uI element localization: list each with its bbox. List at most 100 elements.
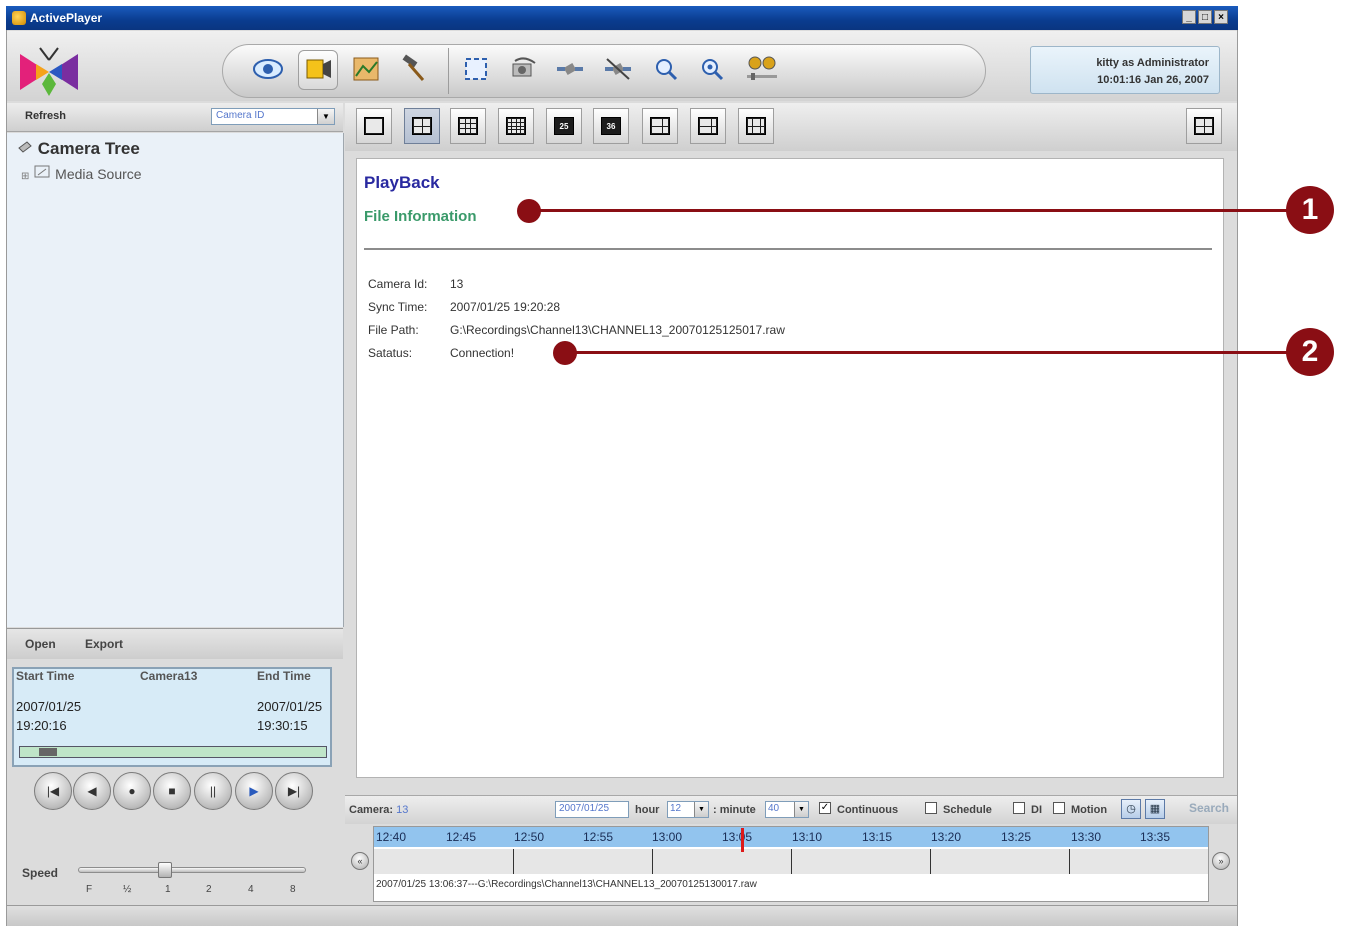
info-key: Sync Time:	[368, 300, 428, 314]
zoom-out-button[interactable]	[692, 50, 732, 90]
end-date: 2007/01/25	[257, 699, 323, 714]
stop-button[interactable]: ■	[153, 772, 191, 810]
clip-seekbar[interactable]	[19, 746, 327, 758]
minimize-button[interactable]: _	[1182, 10, 1196, 24]
eye-icon	[252, 58, 284, 83]
close-button[interactable]: ×	[1214, 10, 1228, 24]
fullscreen-button[interactable]	[456, 50, 496, 90]
layout-36-icon: 36	[601, 117, 621, 135]
app-icon	[12, 11, 26, 25]
media-source-icon	[34, 165, 50, 178]
live-view-button[interactable]	[248, 50, 288, 90]
tree-root[interactable]: Camera Tree	[17, 138, 140, 159]
chevron-down-icon[interactable]: ▼	[794, 802, 808, 817]
clock-icon[interactable]: ◷	[1121, 799, 1141, 819]
pause-icon: ||	[209, 784, 217, 798]
motion-checkbox[interactable]	[1053, 802, 1065, 814]
layout-13-button[interactable]	[738, 108, 774, 144]
speed-tick: 2	[206, 884, 212, 895]
satellite-off-button[interactable]	[598, 50, 638, 90]
tree-item-media-source[interactable]: ⊞ Media Source	[21, 163, 142, 182]
pause-button[interactable]: ||	[194, 772, 232, 810]
skip-end-button[interactable]: ▶|	[275, 772, 313, 810]
callout-1-badge: 1	[1286, 186, 1334, 234]
rotate-camera-button[interactable]	[504, 50, 544, 90]
layout-16-icon	[506, 117, 526, 135]
layout-custom-button[interactable]	[1186, 108, 1222, 144]
layout-6-button[interactable]	[642, 108, 678, 144]
hour-select[interactable]: 12 ▼	[667, 801, 709, 818]
layout-8-button[interactable]	[690, 108, 726, 144]
zoom-in-button[interactable]	[646, 50, 686, 90]
speed-slider-track[interactable]	[78, 867, 306, 873]
layout-1-button[interactable]	[356, 108, 392, 144]
camera-id-select-value: Camera ID	[216, 110, 265, 121]
start-time-header: Start Time	[16, 669, 75, 683]
timeline-tick	[930, 849, 931, 874]
settings-button[interactable]	[394, 50, 434, 90]
expand-icon[interactable]: ⊞	[21, 171, 29, 182]
di-checkbox[interactable]	[1013, 802, 1025, 814]
step-back-button[interactable]: ◀	[73, 772, 111, 810]
timeline-next-button[interactable]: »	[1212, 852, 1230, 870]
timeline-cursor[interactable]	[741, 828, 744, 852]
file-path-value: G:\Recordings\Channel13\CHANNEL13_200701…	[450, 323, 785, 337]
binoculars-button[interactable]	[742, 50, 782, 90]
timeline-tick	[1069, 849, 1070, 874]
timeline-hour-label: 12:55	[583, 830, 614, 844]
window-title: ActivePlayer	[30, 11, 103, 25]
di-label: DI	[1031, 804, 1042, 816]
chevron-down-icon[interactable]: ▼	[694, 802, 708, 817]
minute-select[interactable]: 40 ▼	[765, 801, 809, 818]
play-icon: ▶	[249, 784, 259, 798]
refresh-button[interactable]: Refresh	[25, 110, 66, 122]
timeline-hour-label: 13:30	[1071, 830, 1102, 844]
info-key: Satatus:	[368, 346, 413, 360]
tree-item-label: Media Source	[55, 166, 142, 182]
layout-4-button[interactable]	[404, 108, 440, 144]
timeline-tick	[652, 849, 653, 874]
layout-9-button[interactable]	[450, 108, 486, 144]
camera-id-select[interactable]: Camera ID ▼	[211, 108, 335, 125]
layout-4-icon	[412, 117, 432, 135]
layout-16-button[interactable]	[498, 108, 534, 144]
layout-25-button[interactable]: 25	[546, 108, 582, 144]
callout-1-dot	[517, 199, 541, 223]
calendar-icon[interactable]: ▦	[1145, 799, 1165, 819]
layout-36-button[interactable]: 36	[593, 108, 629, 144]
timeline-hour-label: 12:50	[514, 830, 545, 844]
schedule-checkbox[interactable]	[925, 802, 937, 814]
playback-button[interactable]	[298, 50, 338, 90]
play-button[interactable]: ▶	[235, 772, 273, 810]
timeline-hour-label: 12:45	[446, 830, 477, 844]
open-button[interactable]: Open	[25, 637, 56, 651]
speed-tick: 1	[165, 884, 171, 895]
timeline-file-label: 2007/01/25 13:06:37---G:\Recordings\Chan…	[376, 879, 757, 890]
satellite-icon	[555, 55, 585, 86]
record-button[interactable]: ●	[113, 772, 151, 810]
seekbar-knob[interactable]	[38, 748, 57, 756]
timeline-tick	[791, 849, 792, 874]
continuous-checkbox[interactable]: ✓	[819, 802, 831, 814]
end-time: 19:30:15	[257, 718, 308, 733]
title-bar[interactable]: ActivePlayer _ □ ×	[6, 6, 1238, 30]
timeline-hour-label: 12:40	[376, 830, 407, 844]
search-button[interactable]: Search	[1189, 801, 1229, 815]
timeline-prev-button[interactable]: «	[351, 852, 369, 870]
map-button[interactable]	[346, 50, 386, 90]
fullscreen-icon	[462, 55, 490, 86]
hour-value: 12	[670, 803, 682, 814]
date-field[interactable]: 2007/01/25	[555, 801, 629, 818]
satellite-button[interactable]	[550, 50, 590, 90]
clip-info-box: Start Time Camera13 End Time 2007/01/25 …	[12, 667, 332, 767]
record-icon: ●	[128, 784, 136, 798]
chevron-down-icon[interactable]: ▼	[317, 109, 334, 124]
speed-slider-knob[interactable]	[158, 862, 172, 878]
maximize-button[interactable]: □	[1198, 10, 1212, 24]
timeline-hour-label: 13:20	[931, 830, 962, 844]
skip-start-button[interactable]: |◀	[34, 772, 72, 810]
layout-13-icon	[746, 117, 766, 135]
export-button[interactable]: Export	[85, 637, 123, 651]
current-datetime: 10:01:16 Jan 26, 2007	[1097, 74, 1209, 86]
layout-9-icon	[458, 117, 478, 135]
